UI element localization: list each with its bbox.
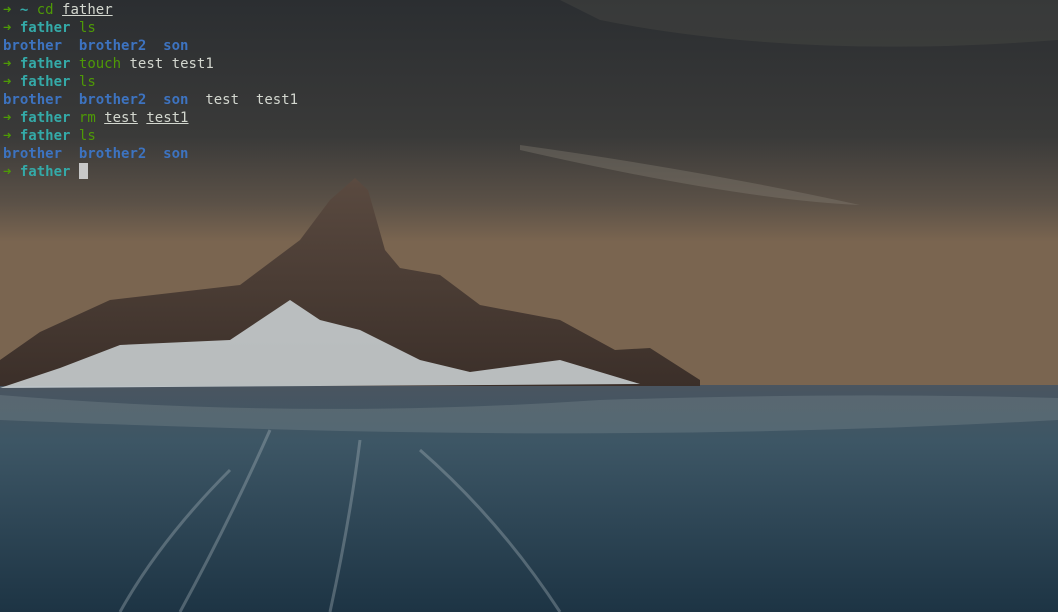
prompt-line: ➜ father touch test test1 — [3, 55, 1058, 73]
text-cursor[interactable] — [79, 163, 89, 179]
terminal-window[interactable]: ➜ ~ cd father ➜ father ls brother brother2… — [0, 0, 1058, 612]
prompt-directory: ~ — [19, 2, 29, 18]
command-name: ls — [78, 20, 96, 36]
prompt-directory: father — [19, 110, 71, 126]
directory-entry: son — [163, 38, 189, 54]
command-argument: father — [62, 2, 113, 18]
prompt-arrow-icon: ➜ — [3, 164, 12, 180]
file-entry: test1 — [255, 92, 299, 108]
directory-entry: brother — [3, 146, 63, 162]
prompt-line: ➜ ~ cd father — [3, 1, 1058, 19]
prompt-arrow-icon: ➜ — [3, 2, 12, 18]
prompt-line: ➜ father rm test test1 — [3, 109, 1058, 127]
command-argument: test — [104, 110, 138, 126]
prompt-directory: father — [19, 128, 71, 144]
prompt-line: ➜ father ls — [3, 19, 1058, 37]
directory-entry: brother2 — [78, 146, 147, 162]
prompt-arrow-icon: ➜ — [3, 74, 12, 90]
prompt-directory: father — [19, 20, 71, 36]
directory-entry: son — [163, 146, 189, 162]
directory-entry: brother — [3, 92, 63, 108]
command-argument: test1 — [171, 56, 214, 72]
directory-entry: brother2 — [78, 38, 147, 54]
command-name: cd — [36, 2, 54, 18]
prompt-arrow-icon: ➜ — [3, 110, 12, 126]
file-entry: test — [205, 92, 240, 108]
command-name: ls — [78, 74, 96, 90]
prompt-arrow-icon: ➜ — [3, 128, 12, 144]
command-name: touch — [78, 56, 122, 72]
prompt-line: ➜ father ls — [3, 127, 1058, 145]
output-line: brother brother2 son — [3, 145, 1058, 163]
prompt-directory: father — [19, 56, 71, 72]
prompt-directory: father — [19, 164, 71, 180]
prompt-line: ➜ father ls — [3, 73, 1058, 91]
directory-entry: son — [163, 92, 189, 108]
output-line: brother brother2 son — [3, 37, 1058, 55]
command-name: ls — [78, 128, 96, 144]
prompt-line: ➜ father — [3, 163, 1058, 181]
directory-entry: brother2 — [78, 92, 147, 108]
command-name: rm — [78, 110, 96, 126]
output-line: brother brother2 son test test1 — [3, 91, 1058, 109]
prompt-directory: father — [19, 74, 71, 90]
directory-entry: brother — [3, 38, 63, 54]
command-argument: test1 — [146, 110, 189, 126]
prompt-arrow-icon: ➜ — [3, 56, 12, 72]
command-argument: test — [129, 56, 164, 72]
prompt-arrow-icon: ➜ — [3, 20, 12, 36]
